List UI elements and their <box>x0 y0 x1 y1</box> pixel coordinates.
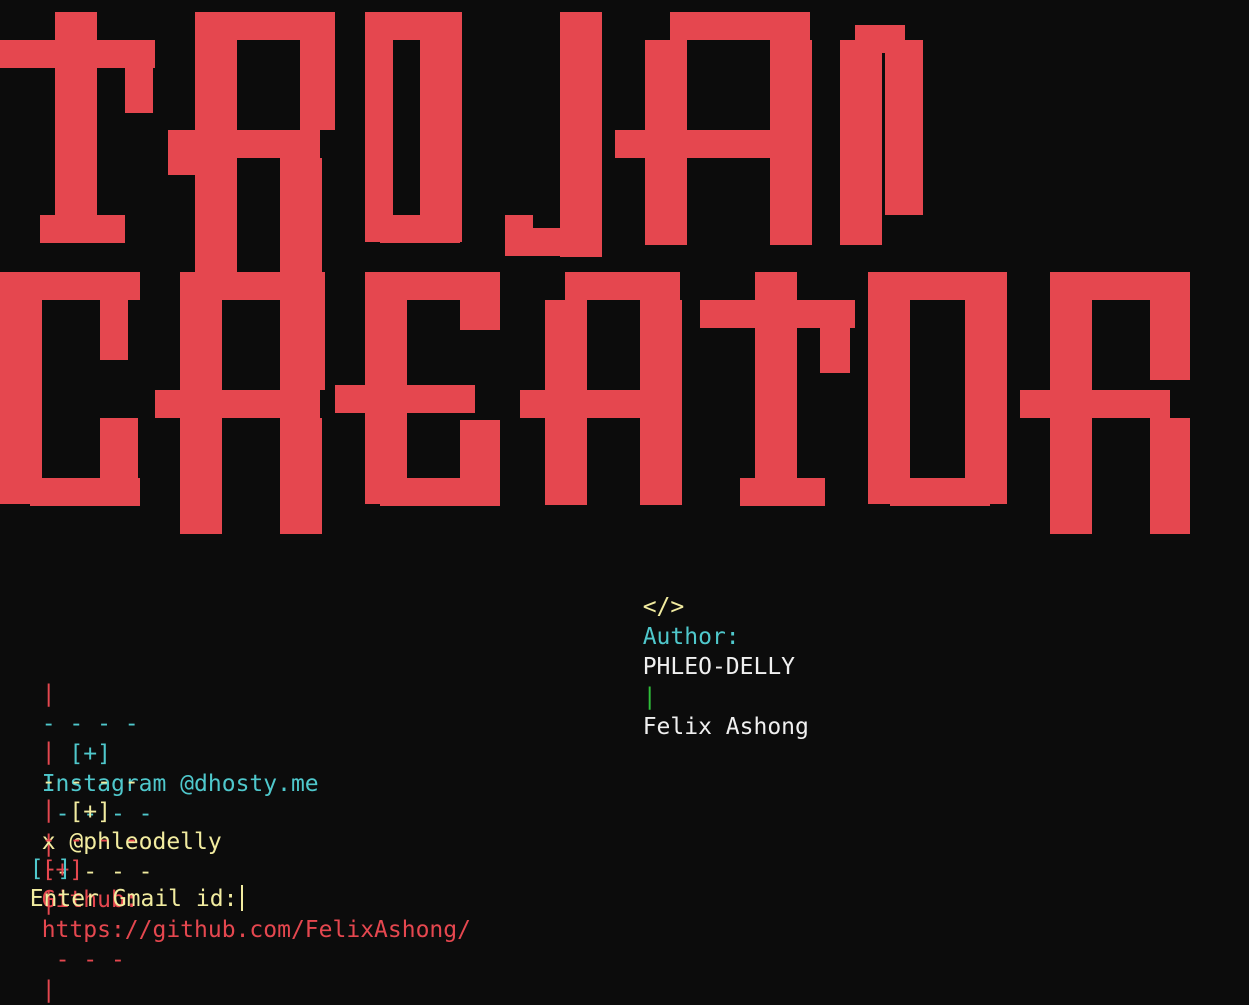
prompt-minus: - <box>43 856 58 882</box>
gmail-prompt-line: [-] Enter Gmail id: <box>2 824 244 914</box>
code-tag: </> <box>642 594 685 620</box>
bar-left: | <box>41 797 56 823</box>
prompt-bracket-open: [ <box>29 856 44 882</box>
text-cursor[interactable] <box>241 885 244 911</box>
dashes-right: - - - <box>55 947 125 973</box>
trojan-creator-banner <box>0 12 1190 534</box>
bar-right: | <box>41 977 56 1003</box>
author-real-name: Felix Ashong <box>642 714 809 740</box>
author-name: PHLEO-DELLY <box>642 654 796 680</box>
bar-left: | <box>41 739 56 765</box>
author-label: Author: <box>642 624 740 650</box>
author-separator: | <box>642 684 657 710</box>
prompt-text: Enter Gmail id: <box>29 886 238 912</box>
bar-left: | <box>41 681 56 707</box>
prompt-bracket-close: ] <box>57 856 72 882</box>
github-url[interactable]: https://github.com/FelixAshong/ <box>42 917 471 943</box>
author-line: </> Author: PHLEO-DELLY | Felix Ashong <box>615 562 809 742</box>
